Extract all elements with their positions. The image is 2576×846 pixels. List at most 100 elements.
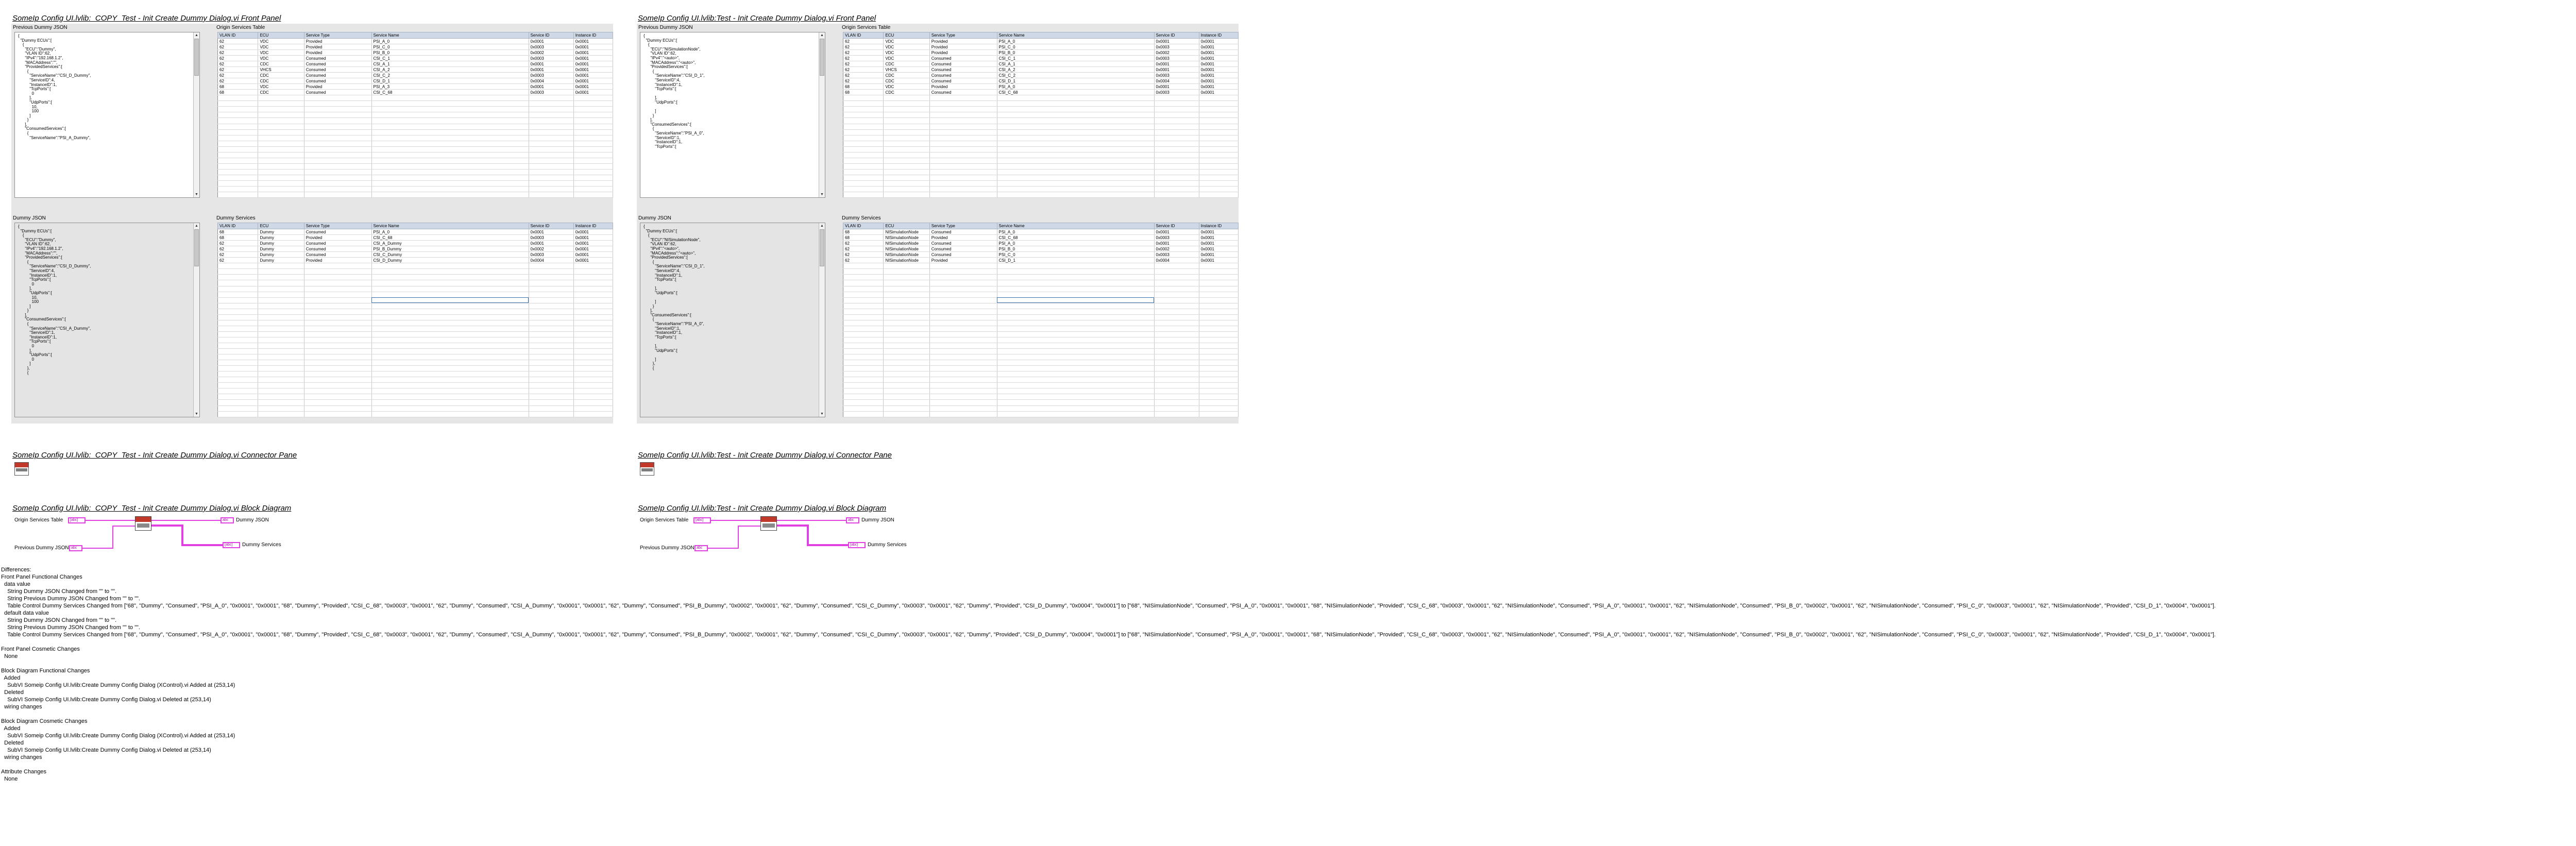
- table-cell[interactable]: [529, 268, 574, 275]
- table-cell[interactable]: [529, 180, 574, 187]
- table-cell[interactable]: [217, 411, 259, 418]
- table-row[interactable]: [843, 152, 1239, 158]
- table-row[interactable]: [843, 326, 1239, 332]
- table-cell[interactable]: [843, 169, 884, 175]
- table-cell[interactable]: [529, 106, 574, 113]
- table-cell[interactable]: [529, 292, 574, 298]
- table-cell[interactable]: Provided: [929, 257, 997, 264]
- table-cell[interactable]: [529, 163, 574, 170]
- column-header[interactable]: Service Name: [371, 222, 529, 230]
- table-cell[interactable]: [217, 186, 259, 192]
- table-row[interactable]: 68 Dummy Consumed PSI_A_0 0x0001 0x0001: [217, 229, 614, 235]
- table-cell[interactable]: [1199, 158, 1239, 164]
- table-cell[interactable]: 0x0001: [573, 61, 614, 67]
- table-row[interactable]: [217, 314, 614, 320]
- table-cell[interactable]: 62: [217, 257, 259, 264]
- table-cell[interactable]: [217, 320, 259, 326]
- table-cell[interactable]: 0x0001: [529, 38, 574, 45]
- table-cell[interactable]: [304, 320, 372, 326]
- table-cell[interactable]: 0x0001: [1199, 229, 1239, 235]
- table-cell[interactable]: [573, 365, 614, 372]
- table-cell[interactable]: [258, 274, 304, 281]
- table-row[interactable]: [217, 326, 614, 332]
- table-cell[interactable]: Consumed: [304, 66, 372, 73]
- table-row[interactable]: [217, 377, 614, 383]
- table-cell[interactable]: VDC: [883, 55, 930, 62]
- table-cell[interactable]: 0x0001: [573, 89, 614, 96]
- table-cell[interactable]: [258, 158, 304, 164]
- table-cell[interactable]: [304, 141, 372, 147]
- table-row[interactable]: 68 CDC Consumed CSI_C_68 0x0003 0x0001: [843, 89, 1239, 96]
- table-cell[interactable]: [843, 314, 884, 320]
- table-cell[interactable]: 0x0001: [1199, 83, 1239, 90]
- table-cell[interactable]: Consumed: [929, 240, 997, 247]
- table-cell[interactable]: [1154, 286, 1199, 292]
- table-cell[interactable]: [883, 124, 930, 130]
- table-cell[interactable]: [304, 405, 372, 412]
- table-cell[interactable]: [883, 280, 930, 286]
- table-row[interactable]: [217, 297, 614, 303]
- table-cell[interactable]: Consumed: [929, 72, 997, 79]
- table-cell[interactable]: 0x0001: [573, 78, 614, 84]
- table-cell[interactable]: 0x0002: [1154, 246, 1199, 252]
- table-cell[interactable]: [573, 95, 614, 101]
- table-row[interactable]: 62 VDC Provided PSI_C_0 0x0003 0x0001: [843, 44, 1239, 50]
- table-cell[interactable]: [304, 129, 372, 136]
- table-row[interactable]: 68 NISimulationNode Consumed PSI_A_0 0x0001 0…: [843, 229, 1239, 235]
- table-cell[interactable]: [883, 263, 930, 269]
- table-cell[interactable]: [258, 388, 304, 395]
- table-row[interactable]: 62 VHCS Consumed CSI_A_2 0x0001 0x0001: [843, 66, 1239, 73]
- table-cell[interactable]: [573, 354, 614, 361]
- table-cell[interactable]: [843, 280, 884, 286]
- table-row[interactable]: [843, 268, 1239, 275]
- table-cell[interactable]: 62: [217, 66, 259, 73]
- table-cell[interactable]: VDC: [883, 49, 930, 56]
- table-row[interactable]: 62 VHCS Consumed CSI_A_2 0x0001 0x0001: [217, 66, 614, 73]
- table-cell[interactable]: [1154, 141, 1199, 147]
- column-header[interactable]: Instance ID: [573, 31, 614, 39]
- table-cell[interactable]: Consumed: [929, 246, 997, 252]
- table-cell[interactable]: VDC: [883, 83, 930, 90]
- table-cell[interactable]: [371, 371, 529, 378]
- table-cell[interactable]: [997, 309, 1155, 315]
- table-cell[interactable]: [217, 117, 259, 124]
- table-cell[interactable]: PSI_C_0: [997, 251, 1155, 258]
- table-cell[interactable]: [258, 394, 304, 400]
- table-cell[interactable]: 0x0001: [1154, 61, 1199, 67]
- table-cell[interactable]: [843, 158, 884, 164]
- table-cell[interactable]: [843, 141, 884, 147]
- table-cell[interactable]: [929, 360, 997, 366]
- table-cell[interactable]: [258, 348, 304, 355]
- table-cell[interactable]: [883, 309, 930, 315]
- table-row[interactable]: [217, 411, 614, 418]
- table-cell[interactable]: 0x0001: [1154, 38, 1199, 45]
- table-cell[interactable]: [843, 95, 884, 101]
- table-cell[interactable]: [1199, 100, 1239, 107]
- table-cell[interactable]: [371, 100, 529, 107]
- table-cell[interactable]: 68: [217, 234, 259, 241]
- dummy-json-field[interactable]: { "Dummy ECUs":[ { "ECU":"NISimulationNo…: [640, 223, 825, 417]
- table-cell[interactable]: [217, 175, 259, 181]
- table-cell[interactable]: 0x0003: [1154, 89, 1199, 96]
- table-cell[interactable]: [883, 192, 930, 198]
- table-cell[interactable]: [371, 280, 529, 286]
- dummy-services-indicator[interactable]: [abc]: [848, 542, 866, 548]
- table-cell[interactable]: [1199, 337, 1239, 344]
- table-cell[interactable]: 0x0001: [529, 240, 574, 247]
- table-cell[interactable]: [1154, 95, 1199, 101]
- table-cell[interactable]: [929, 354, 997, 361]
- table-row[interactable]: [843, 124, 1239, 130]
- table-cell[interactable]: [573, 337, 614, 344]
- table-row[interactable]: 62 NISimulationNode Consumed PSI_C_0 0x0003 0…: [843, 251, 1239, 258]
- table-cell[interactable]: [1154, 343, 1199, 349]
- table-cell[interactable]: [929, 377, 997, 383]
- table-cell[interactable]: [304, 337, 372, 344]
- table-row[interactable]: 62 NISimulationNode Provided CSI_D_1 0x0004 0…: [843, 257, 1239, 264]
- table-cell[interactable]: [1154, 106, 1199, 113]
- dummy-json-indicator[interactable]: abc: [221, 517, 234, 523]
- origin-services-table[interactable]: VLAN ID ECU Service Type Service Name Servic…: [217, 31, 614, 198]
- table-cell[interactable]: [1199, 163, 1239, 170]
- table-row[interactable]: [217, 292, 614, 298]
- table-cell[interactable]: [997, 292, 1155, 298]
- table-cell[interactable]: CDC: [883, 89, 930, 96]
